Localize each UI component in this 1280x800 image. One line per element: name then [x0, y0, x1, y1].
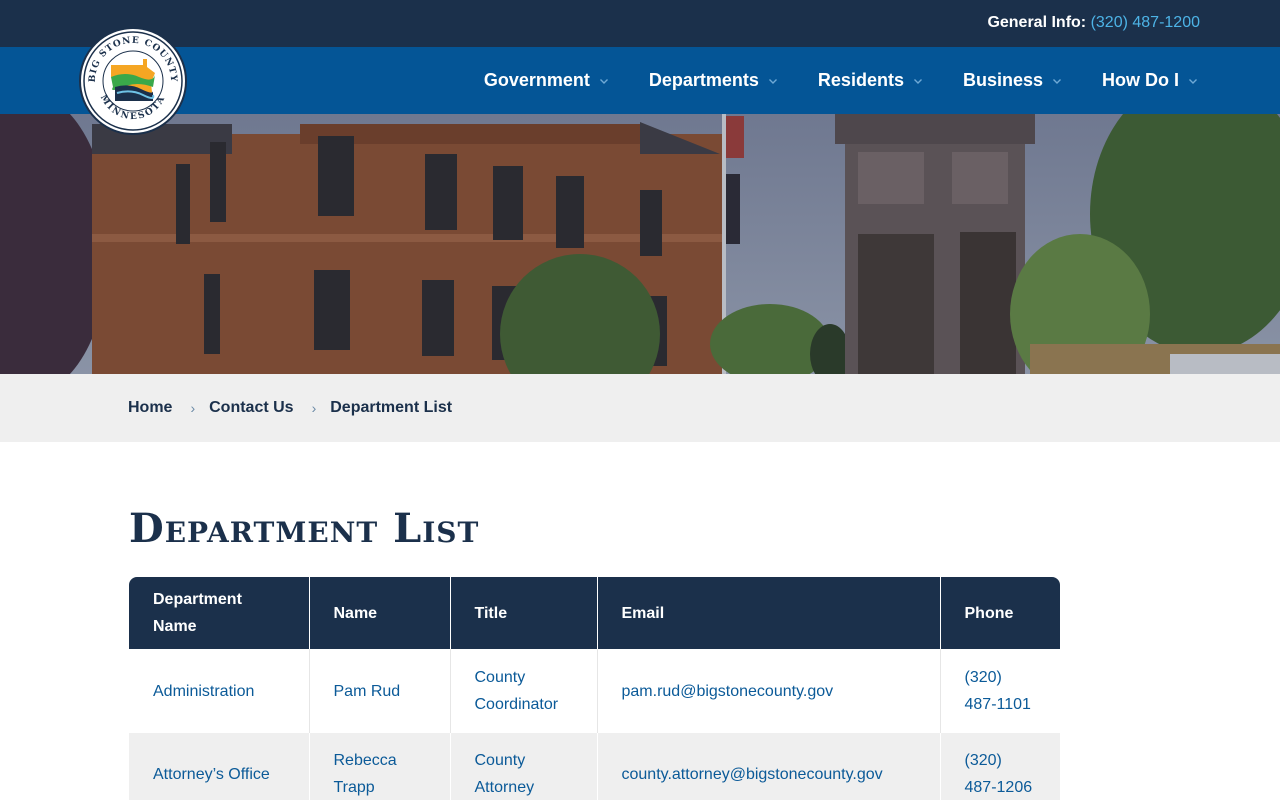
breadcrumb: Home › Contact Us › Department List [0, 374, 1280, 442]
chevron-down-icon [1052, 76, 1062, 86]
chevron-down-icon [913, 76, 923, 86]
email-link[interactable]: pam.rud@bigstonecounty.gov [622, 683, 834, 700]
nav-item-label: How Do I [1102, 70, 1179, 90]
nav-item-business[interactable]: Business [963, 70, 1062, 91]
main-nav: Government Departments Residents Busines… [444, 47, 1198, 114]
table-row: Attorney’s Office Rebecca Trapp County A… [129, 733, 1060, 800]
chevron-down-icon [768, 76, 778, 86]
nav-item-government[interactable]: Government [484, 70, 609, 91]
nav-item-label: Business [962, 70, 1043, 90]
department-link[interactable]: Attorney’s Office [153, 766, 270, 783]
nav-item-departments[interactable]: Departments [649, 70, 778, 91]
title-text: County Attorney [474, 752, 535, 796]
email-cell: county.attorney@bigstonecounty.gov [597, 733, 941, 800]
phone-link[interactable]: (320) 487-1101 [965, 669, 1031, 713]
table-row: Administration Pam Rud County Coordinato… [129, 649, 1060, 733]
chevron-right-icon: › [190, 400, 196, 416]
column-header-name: Name [309, 577, 451, 649]
name-cell: Pam Rud [309, 649, 451, 733]
breadcrumb-current-page: Department List [330, 399, 453, 416]
nav-item-label: Departments [648, 70, 759, 90]
page-title: Department List [129, 505, 480, 552]
nav-item-label: Residents [817, 70, 904, 90]
breadcrumb-home[interactable]: Home [128, 399, 172, 417]
column-header-phone: Phone [940, 577, 1060, 649]
department-link[interactable]: Administration [153, 683, 254, 700]
department-cell: Attorney’s Office [129, 733, 310, 800]
general-info: General Info: (320) 487-1200 [987, 14, 1200, 32]
phone-cell: (320) 487-1206 [940, 733, 1060, 800]
chevron-down-icon [1188, 76, 1198, 86]
column-header-department-name: Department Name [129, 577, 310, 649]
column-header-email: Email [597, 577, 941, 649]
main-navigation-bar: Government Departments Residents Busines… [0, 47, 1280, 114]
nav-item-how-do-i[interactable]: How Do I [1102, 70, 1198, 91]
title-cell: County Attorney [450, 733, 598, 800]
top-info-bar: General Info: (320) 487-1200 [0, 0, 1280, 47]
name-cell: Rebecca Trapp [309, 733, 451, 800]
nav-item-label: Government [483, 70, 590, 90]
department-table: Department Name Name Title Email Phone A… [129, 577, 1060, 800]
phone-link[interactable]: (320) 487-1206 [965, 752, 1033, 796]
chevron-right-icon: › [311, 400, 317, 416]
hero-banner-image [0, 114, 1280, 374]
table-header-row: Department Name Name Title Email Phone [129, 577, 1060, 649]
department-cell: Administration [129, 649, 310, 733]
chevron-down-icon [599, 76, 609, 86]
name-link[interactable]: Rebecca Trapp [334, 752, 397, 796]
column-header-title: Title [450, 577, 598, 649]
breadcrumb-contact-us[interactable]: Contact Us [209, 399, 293, 417]
phone-cell: (320) 487-1101 [940, 649, 1060, 733]
nav-item-residents[interactable]: Residents [818, 70, 923, 91]
email-link[interactable]: county.attorney@bigstonecounty.gov [622, 766, 883, 783]
general-info-label: General Info: [987, 14, 1087, 31]
name-link[interactable]: Pam Rud [334, 683, 401, 700]
title-cell: County Coordinator [450, 649, 598, 733]
email-cell: pam.rud@bigstonecounty.gov [597, 649, 941, 733]
title-text: County Coordinator [474, 669, 559, 713]
general-info-phone-link[interactable]: (320) 487-1200 [1091, 14, 1200, 31]
county-seal-logo[interactable]: BIG STONE COUNTY MINNESOTA [79, 27, 187, 135]
